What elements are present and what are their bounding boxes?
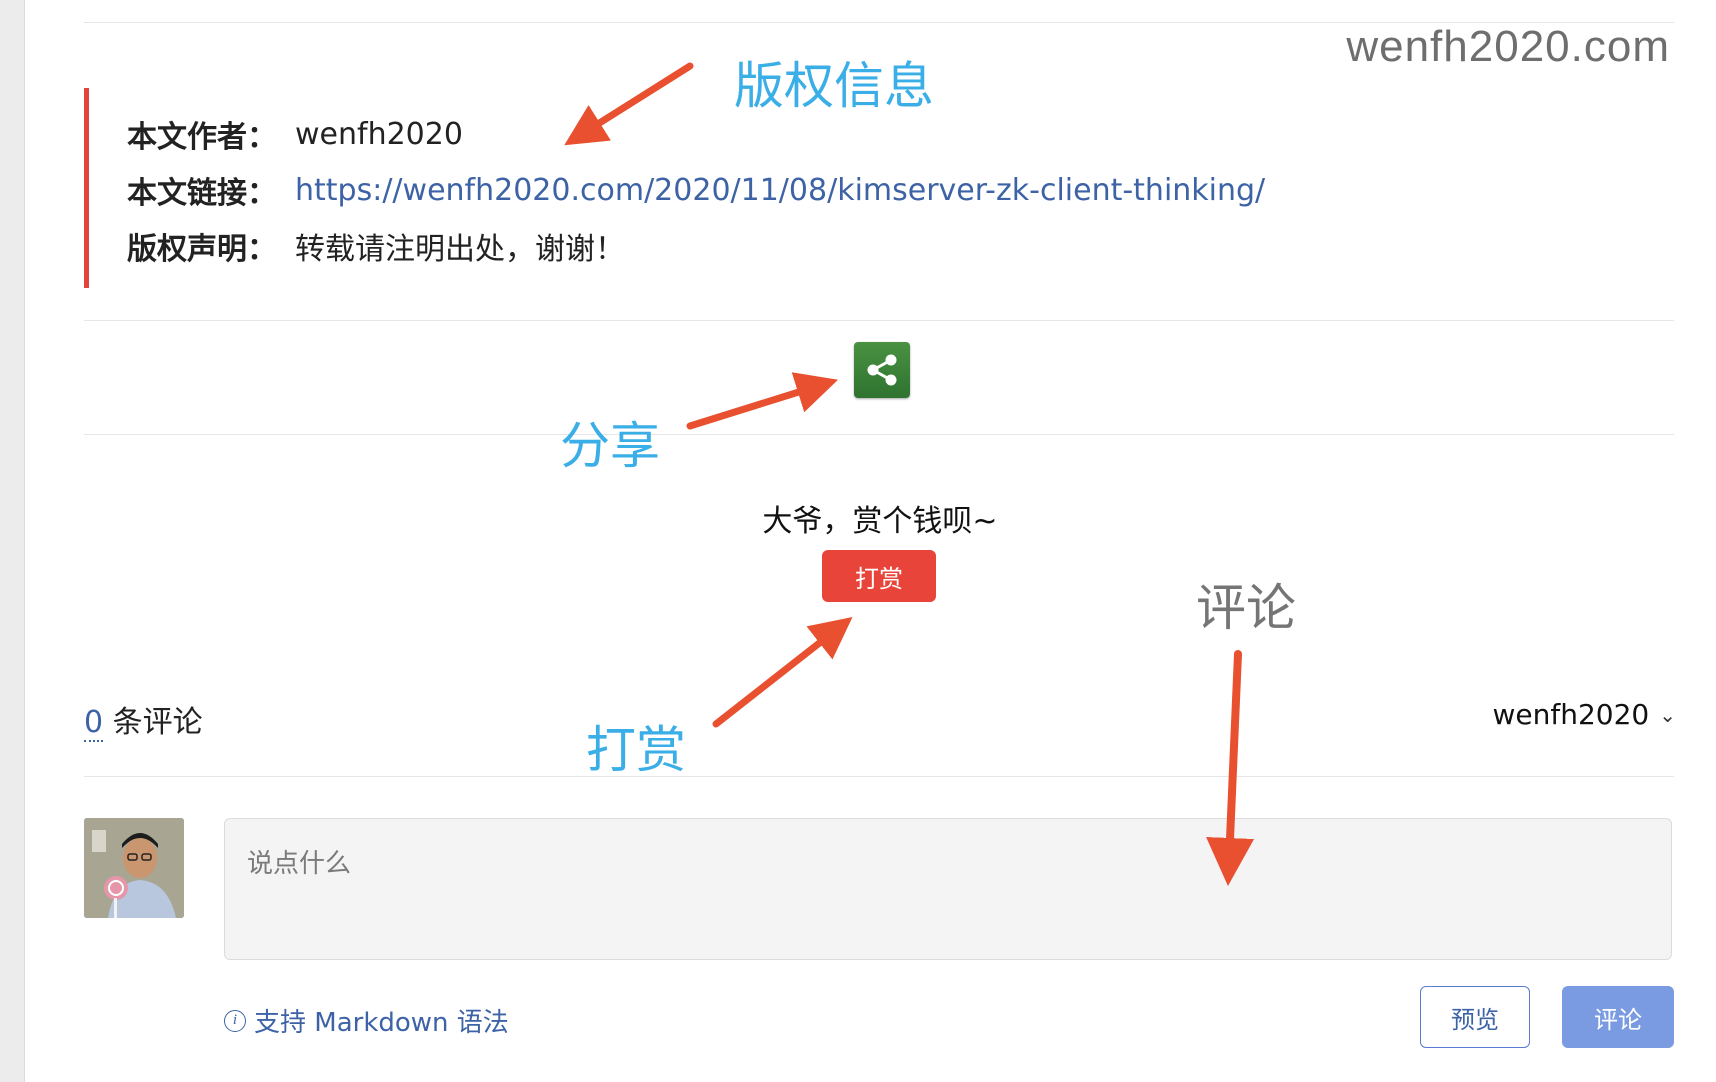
user-menu[interactable]: wenfh2020 ⌄ (1440, 698, 1700, 731)
share-button[interactable] (854, 342, 910, 398)
notice-label: 版权声明： (127, 232, 277, 267)
markdown-hint[interactable]: i 支持 Markdown 语法 (224, 1002, 509, 1039)
avatar (84, 818, 184, 918)
comment-count: 0 条评论 (84, 697, 203, 742)
annotation-reward: 打赏 (586, 721, 686, 779)
copyright-block: 本文作者： wenfh2020 本文链接： https://wenfh2020.… (84, 88, 1669, 288)
submit-comment-button[interactable]: 评论 (1562, 986, 1674, 1048)
author-value: wenfh2020 (295, 116, 463, 152)
watermark: wenfh2020.com (1346, 22, 1670, 71)
annotation-comment: 评论 (1196, 579, 1296, 637)
copyright-notice-row: 版权声明： 转载请注明出处，谢谢！ (127, 224, 625, 268)
notice-value: 转载请注明出处，谢谢！ (295, 232, 625, 267)
divider-after-share (84, 434, 1674, 435)
author-label: 本文作者： (127, 120, 277, 155)
divider-comments (84, 776, 1674, 777)
reward-prompt: 大爷，赏个钱呗~ (762, 504, 998, 539)
comment-textarea[interactable]: 说点什么 (224, 818, 1672, 960)
article-link[interactable]: https://wenfh2020.com/2020/11/08/kimserv… (295, 173, 1265, 208)
arrow-reward (712, 617, 853, 728)
chevron-down-icon: ⌄ (1659, 702, 1676, 727)
info-icon: i (224, 1009, 246, 1032)
page: wenfh2020.com 本文作者： wenfh2020 本文链接： http… (0, 0, 1716, 1082)
comment-count-number[interactable]: 0 (84, 705, 104, 742)
preview-button[interactable]: 预览 (1420, 986, 1530, 1048)
copyright-author-row: 本文作者： wenfh2020 (127, 112, 463, 156)
comment-count-label: 条评论 (103, 705, 203, 740)
divider-after-copyright (84, 320, 1674, 321)
annotation-share: 分享 (560, 417, 660, 475)
copyright-link-row: 本文链接： https://wenfh2020.com/2020/11/08/k… (127, 168, 1265, 212)
link-label: 本文链接： (127, 176, 277, 211)
share-icon (867, 354, 897, 386)
arrow-share (686, 372, 839, 430)
reward-button[interactable]: 打赏 (822, 550, 936, 602)
left-rail (0, 0, 25, 1082)
markdown-hint-label: 支持 Markdown 语法 (254, 1008, 509, 1038)
avatar-photo (84, 818, 184, 918)
annotation-copyright: 版权信息 (734, 57, 934, 115)
user-name: wenfh2020 (1492, 698, 1650, 731)
